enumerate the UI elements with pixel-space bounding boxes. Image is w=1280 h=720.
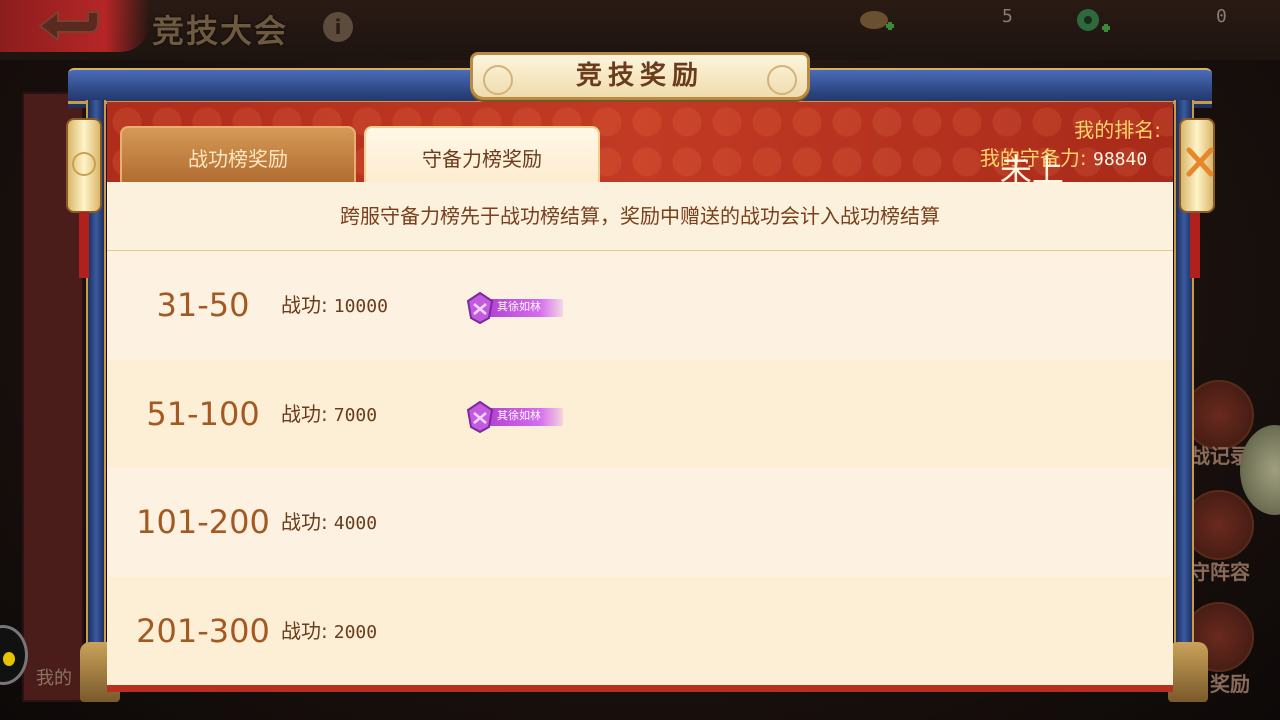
page-title: 竞技大会 [152,12,289,50]
modal-title: 竞技奖励 [575,61,704,91]
rank-range: 101-200 [136,503,270,541]
my-rank-line: 我的排名: 未上榜 [980,116,1161,297]
badge-emblem-icon [466,400,494,433]
reward-value: 10000 [333,296,388,317]
avatar[interactable] [1240,425,1280,515]
badge-emblem-icon [466,291,494,325]
lantern-tassel-right [1190,212,1200,278]
tab-merit-ranking-reward[interactable]: 战功榜奖励 [120,126,356,184]
title-badge[interactable]: 其徐如林 [463,400,567,434]
reward-text: 战功: 7000 [281,360,377,470]
close-icon[interactable] [1183,118,1217,213]
back-arrow-icon [38,9,99,43]
reward-label: 战功: [281,618,328,643]
modal-title-plaque: 竞技奖励 [470,52,810,100]
settlement-notice: 跨服守备力榜先于战功榜结算，奖励中赠送的战功会计入战功榜结算 [107,182,1173,251]
badge-text: 其徐如林 [497,408,541,422]
list-item: 101-200 战功: 4000 [107,468,1173,577]
reward-value: 4000 [333,513,378,534]
rank-range: 201-300 [136,611,270,650]
reward-value: 7000 [333,404,378,426]
resource-value-scroll: 5 [1002,6,1013,27]
lantern-emblem [72,152,96,176]
my-label: 我的 [36,668,72,689]
reward-label: 奖励 [1210,672,1250,696]
tab-defense-ranking-reward[interactable]: 守备力榜奖励 [364,126,600,186]
list-item: 31-50 战功: 10000 其徐如林 [107,251,1173,360]
lantern-tassel-left [79,212,89,278]
info-icon[interactable]: i [323,12,353,42]
my-power-value: 98840 [1093,149,1148,170]
reward-text: 战功: 10000 [281,251,388,361]
my-rank-label: 我的排名: [1074,118,1161,142]
rank-range: 31-50 [156,286,250,324]
reward-value: 2000 [333,621,378,643]
reward-label: 战功: [281,401,328,426]
list-item: 51-100 战功: 7000 其徐如林 [107,359,1173,470]
resource-value-jade: 0 [1216,6,1227,27]
reward-text: 战功: 4000 [281,468,377,578]
reward-text: 战功: 2000 [281,577,377,687]
corner-ornament-right [1168,642,1208,702]
modal-content: 战功榜奖励 守备力榜奖励 我的排名: 未上榜 我的守备力: 98840 跨服守备… [107,102,1173,692]
jade-token-icon[interactable] [1072,4,1112,40]
rank-range: 51-100 [146,394,260,433]
title-badge[interactable]: 其徐如林 [463,291,567,325]
my-info: 我的排名: 未上榜 我的守备力: 98840 [980,116,1161,297]
badge-text: 其徐如林 [497,300,541,313]
reward-label: 战功: [281,510,328,534]
lantern-left [66,118,102,213]
back-button[interactable] [0,0,150,52]
list-item: 201-300 战功: 2000 [107,576,1173,687]
reward-list[interactable]: 31-50 战功: 10000 其徐如林 51-100 战功: 7000 其徐如… [107,251,1173,685]
reward-label: 战功: [281,293,328,317]
scroll-token-icon[interactable] [856,4,896,40]
